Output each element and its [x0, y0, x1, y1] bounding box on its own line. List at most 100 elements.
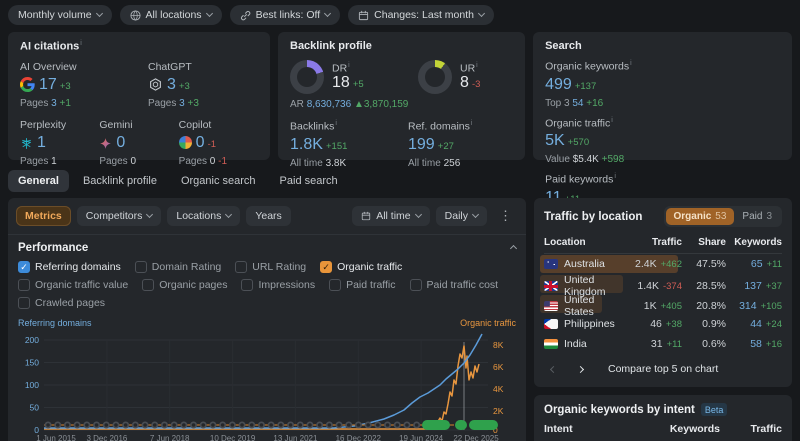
organic-keywords-value[interactable]: 499 — [545, 76, 572, 93]
years-button[interactable]: Years — [246, 206, 290, 226]
col-intent[interactable]: Intent — [544, 423, 646, 435]
metrics-label: Metrics — [25, 210, 62, 222]
checkbox-organic-traffic[interactable]: ✓Organic traffic — [320, 261, 402, 273]
country-name: Australia — [564, 258, 605, 270]
us-flag-icon — [544, 301, 558, 311]
col-traffic[interactable]: Traffic — [622, 237, 682, 248]
checkbox-paid-traffic[interactable]: ✓Paid traffic — [329, 279, 395, 291]
all-locations-dropdown[interactable]: All locations — [120, 5, 222, 25]
checkbox-label: Referring domains — [35, 261, 121, 273]
keywords-value[interactable]: 58 — [750, 338, 762, 350]
all-time-dropdown[interactable]: All time — [352, 206, 429, 226]
table-row-united-kingdom[interactable]: United Kingdom 1.4K-374 28.5% 137+37 — [544, 274, 782, 294]
refdomains-card: Ref. domainsi 199 +27 All time 256 — [408, 120, 472, 169]
competitors-dropdown[interactable]: Competitors — [77, 206, 162, 226]
pages-value[interactable]: 3 — [179, 98, 185, 109]
ai-overview-delta: +3 — [60, 81, 71, 92]
prev-page-button[interactable] — [546, 361, 561, 377]
australia-flag-icon — [544, 259, 558, 269]
checkbox-icon: ✓ — [320, 261, 332, 273]
tab-backlink-profile[interactable]: Backlink profile — [73, 170, 167, 192]
top3-value[interactable]: 54 — [572, 98, 583, 109]
organic-traffic-value[interactable]: 5K — [545, 132, 565, 149]
traffic-delta: -374 — [663, 281, 682, 292]
monthly-volume-dropdown[interactable]: Monthly volume — [8, 5, 112, 25]
country-name: United States — [564, 294, 622, 318]
copilot-logo-icon — [179, 136, 192, 149]
backlinks-value[interactable]: 1.8K — [290, 136, 323, 153]
metrics-button[interactable]: Metrics — [16, 206, 71, 226]
ur-card: URi 8 -3 — [418, 60, 480, 94]
checkbox-icon: ✓ — [142, 279, 154, 291]
dr-donut-icon — [290, 60, 324, 94]
chevron-down-icon — [95, 10, 102, 17]
checkbox-referring-domains[interactable]: ✓Referring domains — [18, 261, 121, 273]
traffic-by-location-title: Traffic by location — [544, 211, 642, 223]
best-links-dropdown[interactable]: Best links: Off — [230, 5, 341, 25]
checkbox-paid-traffic-cost[interactable]: ✓Paid traffic cost — [410, 279, 499, 291]
pages-value[interactable]: 1 — [51, 156, 57, 167]
checkbox-impressions[interactable]: ✓Impressions — [241, 279, 315, 291]
pages-value[interactable]: 3 — [51, 98, 57, 109]
checkbox-icon: ✓ — [241, 279, 253, 291]
col-traffic[interactable]: Traffic — [720, 423, 782, 435]
more-options-button[interactable]: ⋮ — [493, 206, 518, 226]
search-panel: Search Organic keywordsi 499 +137 Top 3 … — [533, 32, 792, 160]
checkbox-url-rating[interactable]: ✓URL Rating — [235, 261, 306, 273]
backlink-profile-title: Backlink profile — [290, 40, 372, 52]
toggle-paid[interactable]: Paid3 — [734, 208, 780, 225]
pages-value[interactable]: 0 — [130, 156, 136, 167]
performance-chart[interactable]: 200 150 100 50 0 8K 6K 4K 2K 0 — [8, 328, 526, 441]
checkbox-organic-traffic-value[interactable]: ✓Organic traffic value — [18, 279, 128, 291]
info-icon: i — [611, 117, 613, 124]
keywords-value[interactable]: 137 — [744, 280, 762, 292]
col-keywords[interactable]: Keywords — [726, 237, 782, 248]
chevron-down-icon — [478, 10, 485, 17]
refdomains-delta: +27 — [438, 141, 454, 152]
changes-dropdown[interactable]: Changes: Last month — [348, 5, 494, 25]
table-row-united-states[interactable]: United States 1K+405 20.8% 314+105 — [544, 294, 782, 314]
backlinks-card: Backlinksi 1.8K +151 All time 3.8K — [290, 120, 408, 169]
chevron-right-icon — [577, 366, 584, 373]
tab-paid-search[interactable]: Paid search — [270, 170, 348, 192]
locations-dropdown[interactable]: Locations — [167, 206, 240, 226]
next-page-button[interactable] — [573, 361, 588, 377]
chevron-down-icon — [206, 10, 213, 17]
col-keywords[interactable]: Keywords — [646, 423, 720, 435]
tab-general[interactable]: General — [8, 170, 69, 192]
event-cluster-green[interactable] — [455, 420, 467, 430]
left-tick: 50 — [30, 403, 40, 413]
event-cluster-green[interactable] — [422, 420, 450, 430]
checkbox-organic-pages[interactable]: ✓Organic pages — [142, 279, 227, 291]
keywords-value[interactable]: 44 — [750, 318, 762, 330]
compare-top5-link[interactable]: Compare top 5 on chart — [608, 363, 718, 375]
ar-value[interactable]: 8,630,736 — [307, 99, 352, 110]
gemini-value: 0 — [116, 134, 125, 151]
keywords-value[interactable]: 314 — [739, 300, 757, 312]
col-location[interactable]: Location — [544, 237, 622, 248]
event-cluster-green[interactable] — [469, 420, 498, 430]
pages-label: Pages — [99, 156, 127, 167]
pages-label: Pages — [20, 156, 48, 167]
checkbox-domain-rating[interactable]: ✓Domain Rating — [135, 261, 221, 273]
granularity-dropdown[interactable]: Daily — [436, 206, 487, 226]
search-title: Search — [545, 40, 582, 52]
country-name: Philippines — [564, 318, 615, 330]
col-share[interactable]: Share — [682, 237, 726, 248]
refdomains-value[interactable]: 199 — [408, 136, 435, 153]
paid-keywords-label: Paid keywords — [545, 174, 613, 186]
checkbox-crawled-pages[interactable]: ✓Crawled pages — [18, 297, 105, 309]
table-row-india[interactable]: India 31+11 0.6% 58+16 — [544, 334, 782, 354]
collapse-section-button[interactable] — [511, 242, 516, 254]
value-label: Value — [545, 154, 570, 165]
share-value: 28.5% — [696, 280, 726, 292]
toggle-organic[interactable]: Organic53 — [666, 208, 735, 225]
keywords-value[interactable]: 65 — [751, 258, 763, 270]
table-row-australia[interactable]: Australia 2.4K+462 47.5% 65+11 — [544, 254, 782, 274]
ai-citations-panel: AI citationsi AI Overview 17 +3 Pages 3 … — [8, 32, 270, 160]
organic-traffic-line — [44, 346, 479, 429]
right-tick: 4K — [493, 384, 504, 394]
pages-value[interactable]: 0 — [210, 156, 216, 167]
metric-checkboxes: ✓Referring domains ✓Domain Rating ✓URL R… — [8, 257, 526, 316]
tab-organic-search[interactable]: Organic search — [171, 170, 266, 192]
